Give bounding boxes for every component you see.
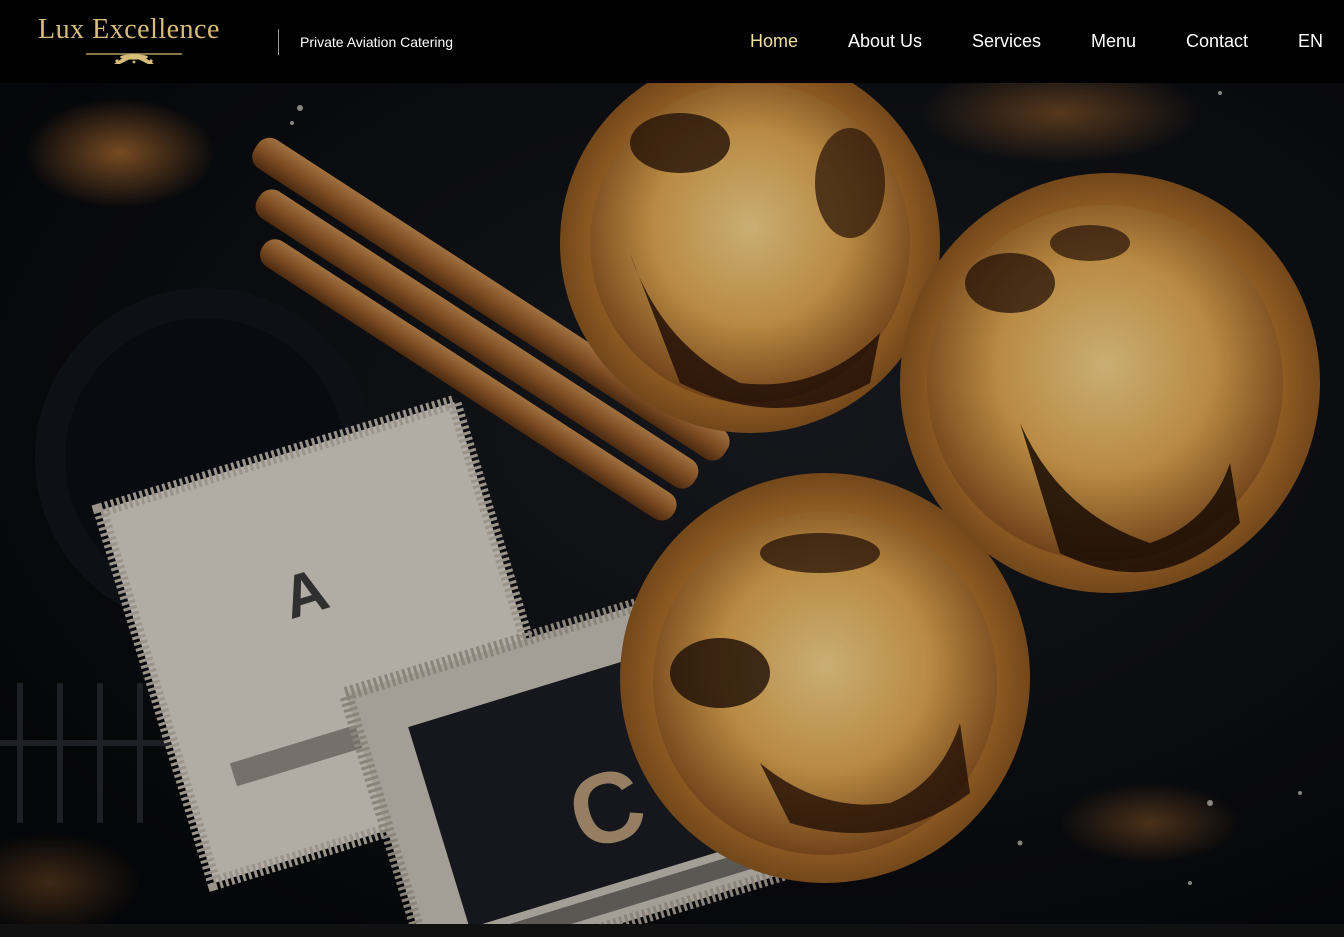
hero-image: A C [0, 83, 1344, 924]
nav-about-us[interactable]: About Us [848, 31, 922, 52]
brand-logo[interactable]: Lux Excellence [34, 14, 234, 68]
page-bottom-edge [0, 924, 1344, 937]
hero-banner: A C [0, 83, 1344, 924]
language-selector[interactable]: EN [1298, 31, 1323, 52]
nav-menu[interactable]: Menu [1091, 31, 1136, 52]
airplane-icon [86, 53, 182, 64]
nav-services[interactable]: Services [972, 31, 1041, 52]
nav-home[interactable]: Home [750, 31, 798, 52]
nav-contact[interactable]: Contact [1186, 31, 1248, 52]
site-header: Lux Excellence Private Aviation Catering… [0, 0, 1344, 83]
brand-name: Lux Excellence [38, 14, 220, 45]
brand-tagline: Private Aviation Catering [300, 34, 454, 50]
header-divider [278, 29, 279, 55]
